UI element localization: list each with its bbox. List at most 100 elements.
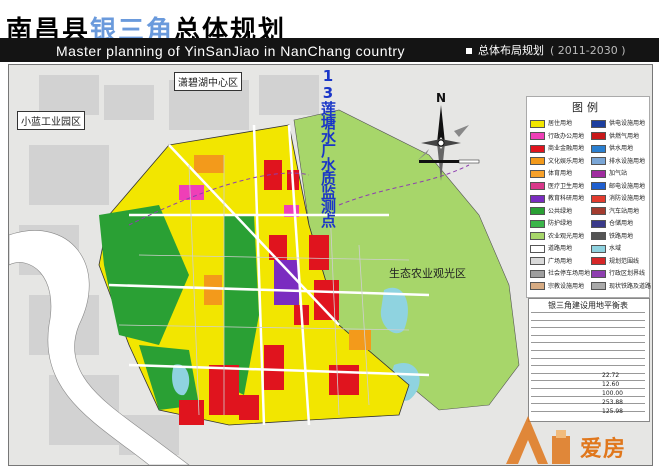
- legend-item: 行政办公用地: [530, 131, 585, 140]
- education-block: [274, 260, 299, 305]
- legend-item: 社会停车场用地: [530, 268, 590, 278]
- subtitle: 总体布局规划: [478, 44, 544, 57]
- watermark-logo: [506, 416, 570, 464]
- monitoring-point-label: 13莲塘水厂水质监测点: [319, 67, 337, 227]
- legend-item: 教育科研用地: [530, 193, 584, 203]
- legend-item: 广场用地: [530, 256, 573, 265]
- table-rule: [531, 342, 645, 344]
- legend-label: 体育用地: [548, 170, 573, 177]
- table-rule: [531, 403, 645, 405]
- legend-item: 消防设施用地: [591, 193, 645, 203]
- legend-item: 加气站: [591, 168, 627, 178]
- legend-label: 行政办公用地: [548, 132, 585, 140]
- legend-title: 图例: [572, 101, 602, 114]
- legend-swatch: [591, 207, 606, 215]
- legend-label: 加气站: [609, 170, 628, 177]
- legend-item: 汽车站用地: [591, 206, 640, 215]
- legend-item: 仓储用地: [591, 218, 633, 228]
- legend-label: 行政区划界线: [609, 270, 646, 277]
- legend-label: 水域: [609, 245, 622, 252]
- table-value: 22.72: [602, 372, 620, 379]
- legend-swatch: [530, 282, 545, 290]
- table-rule: [531, 327, 645, 329]
- legend-swatch: [591, 257, 606, 265]
- legend-label: 文化娱乐用地: [548, 157, 585, 165]
- legend-swatch: [591, 169, 606, 178]
- legend-swatch: [530, 257, 545, 265]
- legend-label: 消防设施用地: [609, 195, 646, 202]
- table-value: 12.60: [602, 381, 620, 388]
- legend-label: 医疗卫生用地: [548, 182, 585, 190]
- table-rule: [531, 365, 645, 367]
- map-poster: 南昌县银三角总体规划 Master planning of YinSanJiao…: [0, 0, 659, 469]
- legend-swatch: [591, 269, 606, 278]
- legend-swatch: [530, 169, 545, 178]
- house-logo-icon: [506, 416, 548, 464]
- legend-item: 文化娱乐用地: [530, 156, 585, 165]
- scale-bar: [419, 159, 480, 164]
- legend-label: 供水用地: [609, 145, 634, 152]
- table-rule: [531, 395, 645, 397]
- legend-swatch: [530, 157, 545, 165]
- legend-item: 居住用地: [530, 118, 572, 128]
- table-rule: [531, 350, 645, 351]
- legend-item: 道路用地: [530, 243, 572, 253]
- legend-item: 现状铁路及道路: [591, 281, 651, 290]
- legend-item: 体育用地: [530, 168, 572, 178]
- legend-label: 供燃气用地: [609, 132, 640, 140]
- english-title: Master planning of YinSanJiao in NanChan…: [56, 43, 406, 59]
- table-rule: [531, 334, 645, 336]
- legend-label: 排水设施用地: [609, 157, 646, 165]
- watermark-text: 爱房: [580, 437, 627, 462]
- table-value: 100.00: [602, 390, 623, 397]
- legend-label: 广场用地: [548, 257, 573, 265]
- legend-swatch: [530, 207, 545, 215]
- legend-swatch: [591, 157, 606, 165]
- legend-label: 宗教设施用地: [548, 282, 585, 290]
- legend-label: 教育科研用地: [548, 195, 585, 202]
- legend-label: 道路用地: [548, 245, 573, 252]
- legend-swatch: [591, 119, 606, 128]
- subtitle-block: 总体布局规划 ( 2011-2030 ): [466, 42, 626, 58]
- legend-item: 铁路用地: [591, 231, 634, 240]
- legend-label: 农业观光用地: [548, 232, 585, 240]
- legend-label: 铁路用地: [609, 232, 634, 240]
- legend-label: 规划范围线: [609, 257, 640, 265]
- legend-label: 仓储用地: [609, 220, 634, 227]
- land-table-title: 银三角建设用地平衡表: [548, 301, 628, 310]
- table-value: 253.88: [602, 399, 623, 406]
- table-rule: [531, 357, 645, 359]
- legend-item: 供水用地: [591, 143, 633, 153]
- legend-item: 医疗卫生用地: [530, 181, 585, 190]
- eco-zone-label: 生态农业观光区: [389, 267, 466, 280]
- table-rule: [531, 388, 645, 389]
- district-label-2: 小蓝工业园区: [17, 111, 85, 130]
- square-bullet-icon: [466, 48, 472, 54]
- legend-label: 汽车站用地: [609, 207, 640, 215]
- legend-swatch: [591, 219, 606, 228]
- district-label-1: 潇碧湖中心区: [174, 72, 242, 91]
- legend-item: 供燃气用地: [591, 131, 640, 140]
- legend-swatch: [591, 232, 606, 240]
- legend-swatch: [530, 144, 545, 153]
- legend-swatch: [591, 194, 606, 203]
- legend-swatch: [530, 182, 545, 190]
- legend-label: 公共绿地: [548, 207, 573, 215]
- legend-label: 供电设施用地: [609, 120, 646, 127]
- legend-label: 社会停车场用地: [548, 270, 591, 277]
- legend-swatch: [530, 132, 545, 140]
- legend-label: 防护绿地: [548, 220, 573, 227]
- table-rule: [531, 319, 645, 321]
- table-rule: [531, 380, 645, 382]
- legend-swatch: [591, 132, 606, 140]
- legend-label: 商业金融用地: [548, 145, 585, 152]
- legend-swatch: [530, 244, 545, 253]
- legend-item: 供电设施用地: [591, 118, 645, 128]
- legend-item: 宗教设施用地: [530, 281, 585, 290]
- plan-period: ( 2011-2030 ): [550, 44, 626, 57]
- legend-swatch: [591, 144, 606, 153]
- legend-swatch: [530, 119, 545, 128]
- table-rule: [531, 312, 645, 313]
- legend-label: 居住用地: [548, 120, 573, 127]
- legend-swatch: [530, 269, 545, 278]
